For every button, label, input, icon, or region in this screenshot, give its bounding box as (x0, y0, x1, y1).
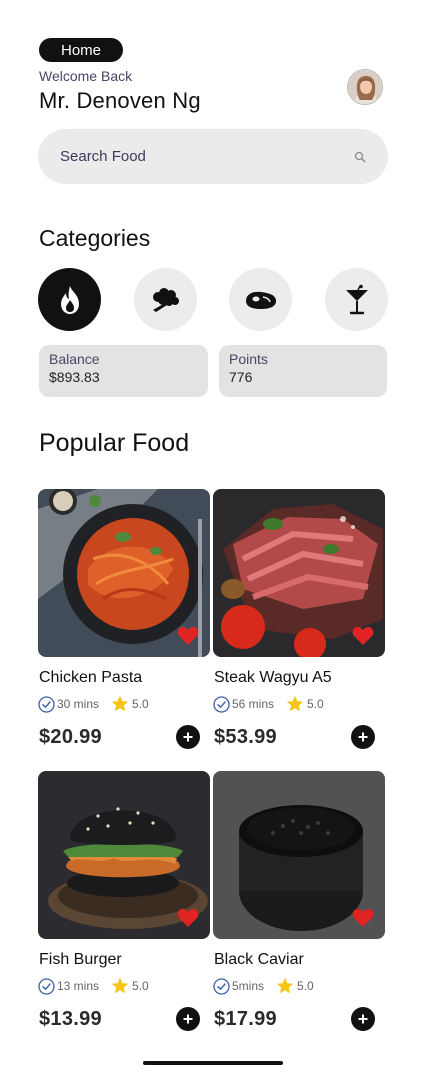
add-to-cart-button[interactable] (351, 725, 375, 749)
add-to-cart-button[interactable] (176, 725, 200, 749)
category-drinks[interactable] (325, 268, 388, 331)
cook-time: 30 mins (57, 697, 100, 711)
avatar-image (348, 70, 382, 104)
favorite-heart-icon[interactable] (352, 908, 374, 928)
balance-card[interactable]: Balance $893.83 (39, 345, 208, 397)
food-meta: 56 mins 5.0 (213, 695, 324, 713)
food-name: Fish Burger (39, 951, 122, 968)
rating: 5.0 (297, 979, 314, 993)
favorite-heart-icon[interactable] (177, 908, 199, 928)
clock-icon (213, 695, 230, 713)
star-icon (276, 977, 294, 994)
clock-icon (38, 977, 55, 995)
search-icon[interactable] (354, 151, 366, 163)
category-meat[interactable] (229, 268, 292, 331)
cook-time: 5mins (232, 979, 265, 993)
popular-food-title: Popular Food (39, 429, 190, 457)
food-meta: 5mins 5.0 (213, 977, 314, 995)
food-meta: 30 mins 5.0 (38, 695, 149, 713)
category-vegetables[interactable] (134, 268, 197, 331)
user-name: Mr. Denoven Ng (39, 88, 201, 113)
cocktail-icon (345, 284, 368, 314)
food-name: Chicken Pasta (39, 669, 143, 686)
food-name: Steak Wagyu A5 (214, 669, 332, 686)
food-price: $20.99 (39, 726, 102, 748)
home-indicator[interactable] (143, 1061, 283, 1065)
favorite-heart-icon[interactable] (352, 626, 374, 646)
star-icon (111, 977, 129, 994)
search-bar[interactable]: Search Food (38, 129, 388, 184)
plus-icon (183, 1014, 193, 1024)
points-label: Points (229, 351, 268, 367)
plus-icon (358, 732, 368, 742)
food-price: $17.99 (214, 1008, 277, 1030)
clock-icon (213, 977, 230, 995)
points-card[interactable]: Points 776 (219, 345, 387, 397)
add-to-cart-button[interactable] (176, 1007, 200, 1031)
balance-label: Balance (49, 351, 100, 367)
avatar[interactable] (347, 69, 383, 105)
food-price: $13.99 (39, 1008, 102, 1030)
category-fire[interactable] (38, 268, 101, 331)
balance-value: $893.83 (49, 369, 100, 385)
add-to-cart-button[interactable] (351, 1007, 375, 1031)
broccoli-icon (152, 287, 179, 312)
plus-icon (183, 732, 193, 742)
rating: 5.0 (307, 697, 324, 711)
star-icon (286, 695, 304, 712)
cook-time: 56 mins (232, 697, 275, 711)
food-meta: 13 mins 5.0 (38, 977, 149, 995)
steak-icon (245, 291, 276, 309)
rating: 5.0 (132, 697, 149, 711)
food-name: Black Caviar (214, 951, 304, 968)
cook-time: 13 mins (57, 979, 100, 993)
plus-icon (358, 1014, 368, 1024)
clock-icon (38, 695, 55, 713)
welcome-text: Welcome Back (39, 68, 133, 84)
categories-title: Categories (39, 225, 151, 251)
rating: 5.0 (132, 979, 149, 993)
star-icon (111, 695, 129, 712)
home-tab[interactable]: Home (39, 38, 123, 62)
favorite-heart-icon[interactable] (177, 626, 199, 646)
search-input[interactable]: Search Food (60, 148, 354, 165)
food-price: $53.99 (214, 726, 277, 748)
fire-icon (60, 285, 79, 314)
points-value: 776 (229, 369, 253, 385)
